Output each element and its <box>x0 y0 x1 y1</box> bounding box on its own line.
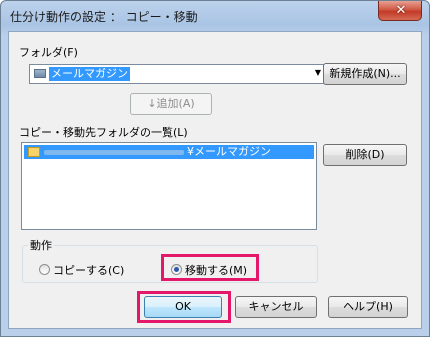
close-button[interactable]: ✕ <box>378 1 422 21</box>
window-title: 仕分け動作の設定 ： コピー・移動 <box>10 10 198 24</box>
chevron-down-icon[interactable]: ▼ <box>315 68 321 77</box>
redacted-path <box>44 150 184 155</box>
ok-button-highlight <box>137 291 231 323</box>
delete-button[interactable]: 削除(D) <box>323 144 407 166</box>
title-bar[interactable]: 仕分け動作の設定 ： コピー・移動 ✕ <box>1 1 429 31</box>
dialog-window: 仕分け動作の設定 ： コピー・移動 ✕ フォルダ(F) メールマガジン ▼ 新規… <box>0 0 430 337</box>
dialog-body: フォルダ(F) メールマガジン ▼ 新規作成(N)... ↓追加(A) コピー・… <box>8 31 422 329</box>
folder-icon <box>28 147 40 157</box>
folder-label: フォルダ(F) <box>19 46 78 59</box>
list-item-label: ¥メールマガジン <box>187 145 271 158</box>
folder-selected-value: メールマガジン <box>49 67 130 81</box>
add-button[interactable]: ↓追加(A) <box>130 93 212 115</box>
folder-icon <box>34 69 46 78</box>
dest-list-label: コピー・移動先フォルダの一覧(L) <box>19 126 188 139</box>
folder-combobox[interactable]: メールマガジン ▼ <box>29 64 325 84</box>
copy-radio[interactable] <box>39 264 50 275</box>
help-button[interactable]: ヘルプ(H) <box>328 296 408 318</box>
cancel-button[interactable]: キャンセル <box>235 296 317 318</box>
new-folder-button[interactable]: 新規作成(N)... <box>323 63 407 85</box>
action-group-label: 動作 <box>28 237 54 253</box>
move-option-highlight <box>161 254 259 281</box>
close-icon: ✕ <box>395 3 407 18</box>
copy-radio-label[interactable]: コピーする(C) <box>53 262 124 278</box>
list-item[interactable]: ¥メールマガジン <box>24 145 314 159</box>
dest-folder-list[interactable]: ¥メールマガジン <box>21 142 317 230</box>
